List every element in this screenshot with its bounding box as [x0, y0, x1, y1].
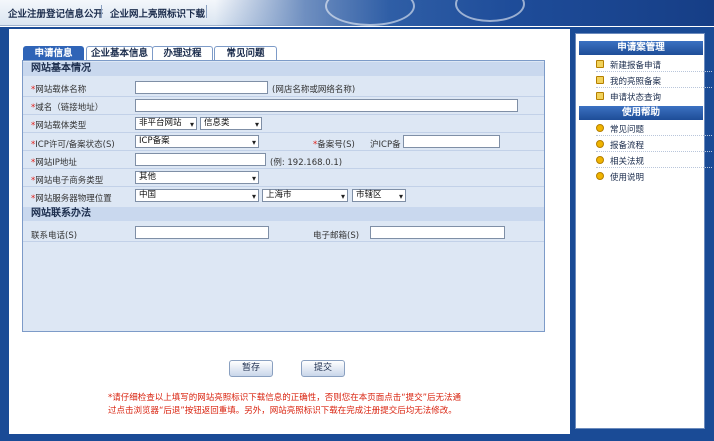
- server-district-select[interactable]: 市辖区 ▾: [352, 189, 406, 202]
- server-city-select[interactable]: 上海市 ▾: [262, 189, 348, 202]
- record-number-input[interactable]: [403, 135, 500, 148]
- header-banner-art: [215, 0, 714, 26]
- icp-status-select[interactable]: ICP备案 ▾: [135, 135, 259, 148]
- ecommerce-type-label: *网站电子商务类型: [31, 176, 104, 186]
- tab-application-info[interactable]: 申请信息: [23, 46, 84, 60]
- header-separator: [206, 5, 207, 18]
- record-number-label: *备案号(S): [313, 140, 355, 150]
- tab-process[interactable]: 办理过程: [152, 46, 213, 60]
- lightbulb-icon: [596, 124, 604, 132]
- phone-label: 联系电话(S): [31, 231, 78, 241]
- ecommerce-type-select[interactable]: 其他 ▾: [135, 171, 259, 184]
- chevron-down-icon: ▾: [254, 120, 259, 129]
- sidebar-item-status-query[interactable]: 申请状态查询: [610, 91, 661, 103]
- server-country-select[interactable]: 中国 ▾: [135, 189, 259, 202]
- chevron-down-icon: ▾: [189, 120, 194, 129]
- site-name-hint: (网店名称或网络名称): [272, 85, 356, 95]
- sidebar-group-application-heading: 申请案管理: [579, 41, 703, 55]
- server-location-label: *网站服务器物理位置: [31, 194, 112, 204]
- header-separator: [101, 5, 102, 18]
- carrier-subtype-select[interactable]: 信息类 ▾: [200, 117, 262, 130]
- submit-button[interactable]: 提交: [301, 360, 345, 377]
- lightbulb-icon: [596, 156, 604, 164]
- header-tab-registration-info[interactable]: 企业注册登记信息公开: [8, 6, 103, 20]
- warning-note-line2: 过点击浏览器“后退”按钮返回重填。另外，网站亮照标识下载在完成注册提交后均无法修…: [108, 406, 457, 416]
- chevron-down-icon: ▾: [398, 192, 403, 201]
- tab-company-basic-info[interactable]: 企业基本信息: [86, 46, 153, 60]
- document-icon: [596, 92, 604, 100]
- lightbulb-icon: [596, 140, 604, 148]
- carrier-type-select[interactable]: 非平台网站 ▾: [135, 117, 197, 130]
- lightbulb-icon: [596, 172, 604, 180]
- chevron-down-icon: ▾: [340, 192, 345, 201]
- record-number-prefix: 沪ICP备: [370, 140, 401, 150]
- email-input[interactable]: [370, 226, 505, 239]
- document-icon: [596, 60, 604, 68]
- sidebar-item-faq[interactable]: 常见问题: [610, 123, 644, 135]
- tab-faq[interactable]: 常见问题: [214, 46, 277, 60]
- email-label: 电子邮箱(S): [313, 231, 360, 241]
- site-name-label: *网站载体名称: [31, 85, 87, 95]
- chevron-down-icon: ▾: [251, 174, 256, 183]
- warning-note-line1: *请仔细检查以上填写的网站亮照标识下载信息的正确性，否则您在本页面点击“提交”后…: [108, 393, 462, 403]
- phone-input[interactable]: [135, 226, 269, 239]
- top-header-bar: 企业注册登记信息公开 企业网上亮照标识下载: [0, 0, 714, 26]
- domain-label: *域名（链接地址）: [31, 103, 104, 113]
- sidebar-item-regulations[interactable]: 相关法规: [610, 155, 644, 167]
- sidebar-item-usage-guide[interactable]: 使用说明: [610, 171, 644, 183]
- sidebar-item-new-application[interactable]: 新建报备申请: [610, 59, 661, 71]
- icp-status-label: *ICP许可/备案状态(S): [31, 140, 115, 150]
- section-contact-heading: 网站联系办法: [23, 207, 544, 221]
- ip-input[interactable]: [135, 153, 266, 166]
- ip-label: *网站IP地址: [31, 158, 77, 168]
- site-name-input[interactable]: [135, 81, 268, 94]
- domain-input[interactable]: [135, 99, 518, 112]
- sidebar-item-my-records[interactable]: 我的亮照备案: [610, 75, 661, 87]
- header-tab-license-download[interactable]: 企业网上亮照标识下载: [110, 6, 205, 20]
- document-icon: [596, 76, 604, 84]
- chevron-down-icon: ▾: [251, 138, 256, 147]
- sidebar-group-help-heading: 使用帮助: [579, 106, 703, 120]
- section-basic-heading: 网站基本情况: [23, 62, 544, 76]
- carrier-type-label: *网站载体类型: [31, 121, 87, 131]
- ip-hint: (例: 192.168.0.1): [270, 158, 343, 168]
- chevron-down-icon: ▾: [251, 192, 256, 201]
- save-draft-button[interactable]: 暂存: [229, 360, 273, 377]
- sidebar-item-process[interactable]: 报备流程: [610, 139, 644, 151]
